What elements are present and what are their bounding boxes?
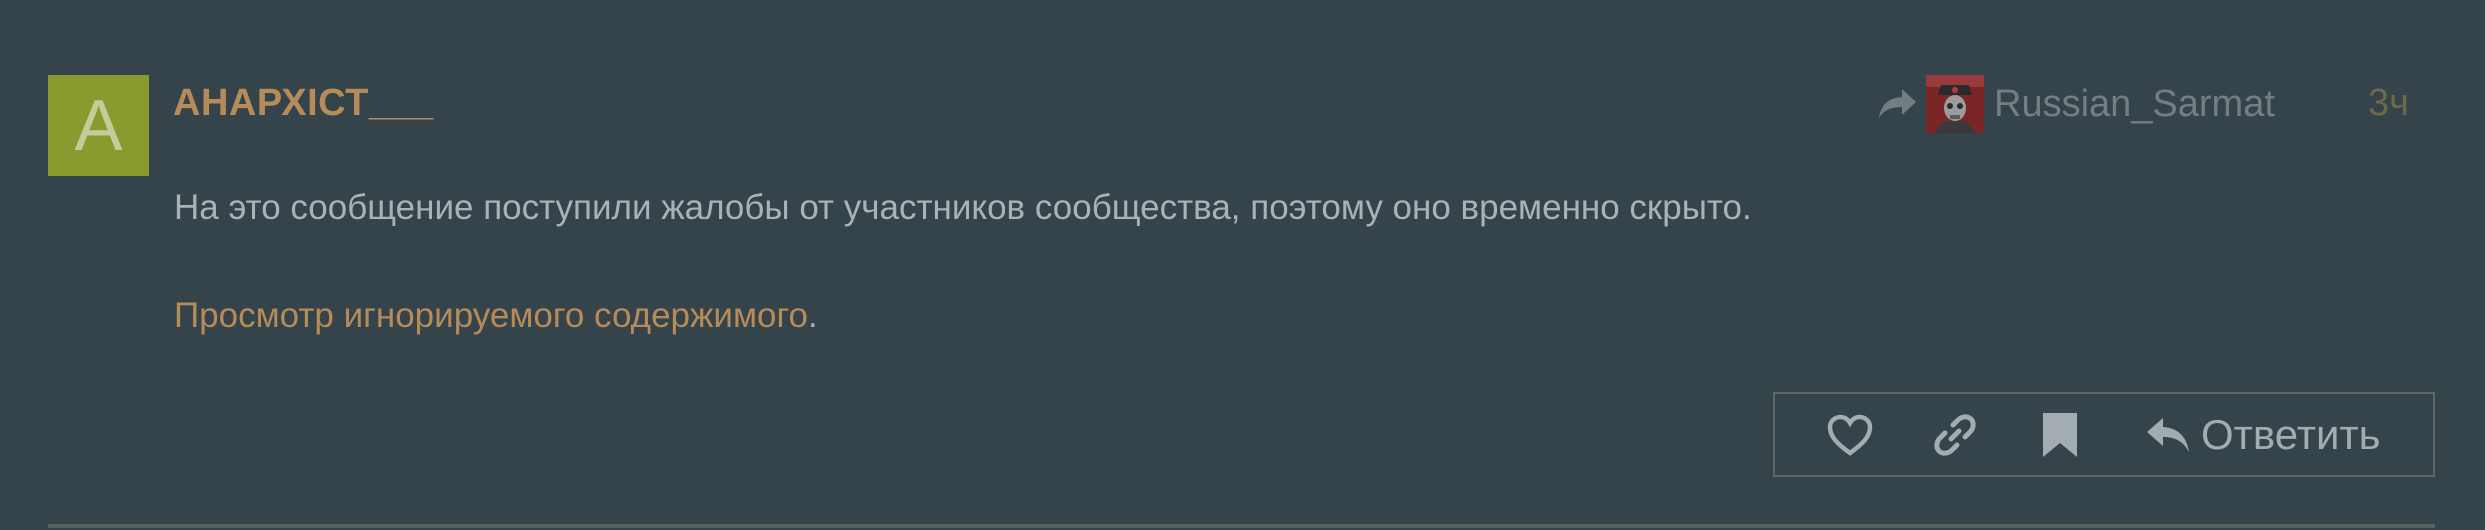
reply-to-indicator[interactable]: Russian_Sarmat [1876,75,2275,133]
post-actions: Ответить [1773,392,2435,477]
reply-to-avatar [1926,75,1984,133]
like-button[interactable] [1815,394,1885,475]
reply-button[interactable]: Ответить [2145,394,2425,475]
share-arrow-icon [1879,89,1916,118]
username[interactable]: АНАРХІСТ___ [173,82,434,125]
bookmark-icon [2043,412,2077,457]
view-ignored-content-label: Просмотр игнорируемого содержимого [174,296,808,335]
avatar-letter: A [74,85,123,166]
heart-icon [1827,414,1873,456]
reply-to-username: Russian_Sarmat [1994,82,2275,125]
user-avatar[interactable]: A [48,75,149,176]
post: A АНАРХІСТ___ Russian_Sarmat 3ч На это с… [0,0,2485,530]
link-icon [1934,413,1976,456]
hidden-notice: На это сообщение поступили жалобы от уча… [174,188,1752,227]
bookmark-button[interactable] [2025,394,2095,475]
reply-icon [2147,417,2189,452]
reply-button-label: Ответить [2201,410,2381,458]
copy-link-button[interactable] [1920,394,1990,475]
post-divider [48,524,2435,528]
link-suffix: . [807,296,818,335]
view-ignored-content-link[interactable]: Просмотр игнорируемого содержимого. [174,296,818,336]
post-date[interactable]: 3ч [2368,82,2409,125]
